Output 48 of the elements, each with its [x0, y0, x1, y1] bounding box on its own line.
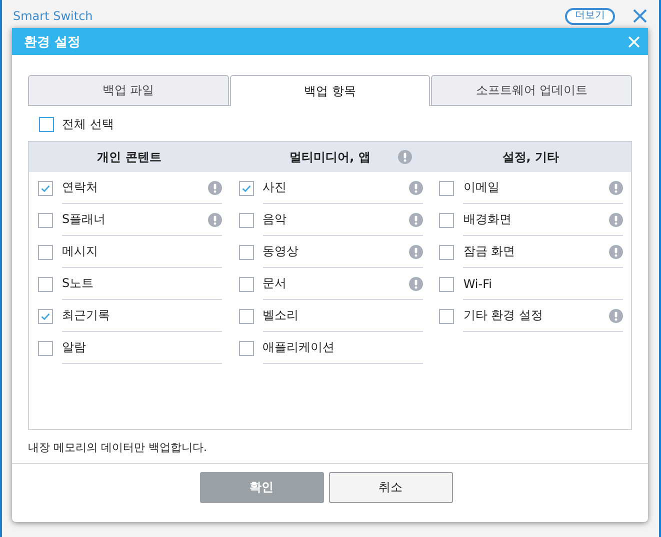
checkbox-label: 최근기록 — [62, 307, 111, 324]
column-title: 설정, 기타 — [502, 148, 560, 166]
checkbox-label: S노트 — [62, 275, 95, 292]
checkbox-label: 이메일 — [463, 179, 500, 196]
checkbox-label: 음악 — [262, 211, 288, 228]
tab[interactable]: 백업 파일 — [28, 75, 229, 105]
checkbox-label: 사진 — [262, 179, 288, 196]
checkbox[interactable] — [38, 276, 53, 292]
dialog-title: 환경 설정 — [24, 34, 82, 50]
checkbox[interactable] — [238, 244, 254, 260]
app-title: Smart Switch — [13, 9, 94, 23]
checkbox-label: 알람 — [62, 339, 87, 356]
checkbox[interactable] — [38, 180, 53, 196]
column-title: 멀티미디어, 앱 — [290, 148, 370, 166]
checkbox[interactable] — [238, 180, 254, 196]
checkbox-label: 동영상 — [262, 243, 300, 260]
checkbox-label: S플래너 — [62, 211, 107, 228]
note-text: 내장 메모리의 데이터만 백업합니다. — [28, 440, 208, 455]
close-icon[interactable] — [633, 9, 647, 23]
checkbox-label: 애플리케이션 — [262, 339, 336, 356]
checkbox[interactable] — [238, 340, 254, 356]
tab[interactable]: 백업 항목 — [230, 75, 430, 106]
checkbox-label: 메시지 — [62, 243, 99, 260]
checkbox[interactable] — [39, 116, 54, 132]
checkbox[interactable] — [238, 308, 254, 324]
checkbox-label: 배경화면 — [463, 211, 512, 228]
column-title: 개인 콘텐트 — [97, 148, 162, 166]
checkbox[interactable] — [238, 212, 254, 228]
dialog-button[interactable]: 취소 — [328, 472, 452, 503]
checkbox[interactable] — [439, 308, 454, 324]
checkbox[interactable] — [38, 244, 53, 260]
checkbox[interactable] — [439, 212, 454, 228]
checkbox-label: Wi-Fi — [463, 276, 493, 290]
checkbox-label: 기타 환경 설정 — [463, 307, 544, 324]
checkbox-label: 전체 선택 — [62, 116, 114, 132]
checkbox[interactable] — [439, 276, 454, 292]
checkbox-label: 벨소리 — [262, 307, 300, 324]
checkbox[interactable] — [439, 180, 454, 196]
checkbox-label: 잠금 화면 — [463, 243, 516, 260]
checkbox-label: 문서 — [262, 275, 288, 292]
checkbox[interactable] — [38, 340, 53, 356]
checkbox[interactable] — [238, 276, 254, 292]
checkbox[interactable] — [38, 308, 53, 324]
checkbox[interactable] — [439, 244, 454, 260]
tab[interactable]: 소프트웨어 업데이트 — [431, 75, 632, 105]
checkbox-label: 연락처 — [62, 179, 99, 196]
more-button[interactable]: 더보기 — [565, 8, 615, 24]
checkbox[interactable] — [38, 212, 53, 228]
